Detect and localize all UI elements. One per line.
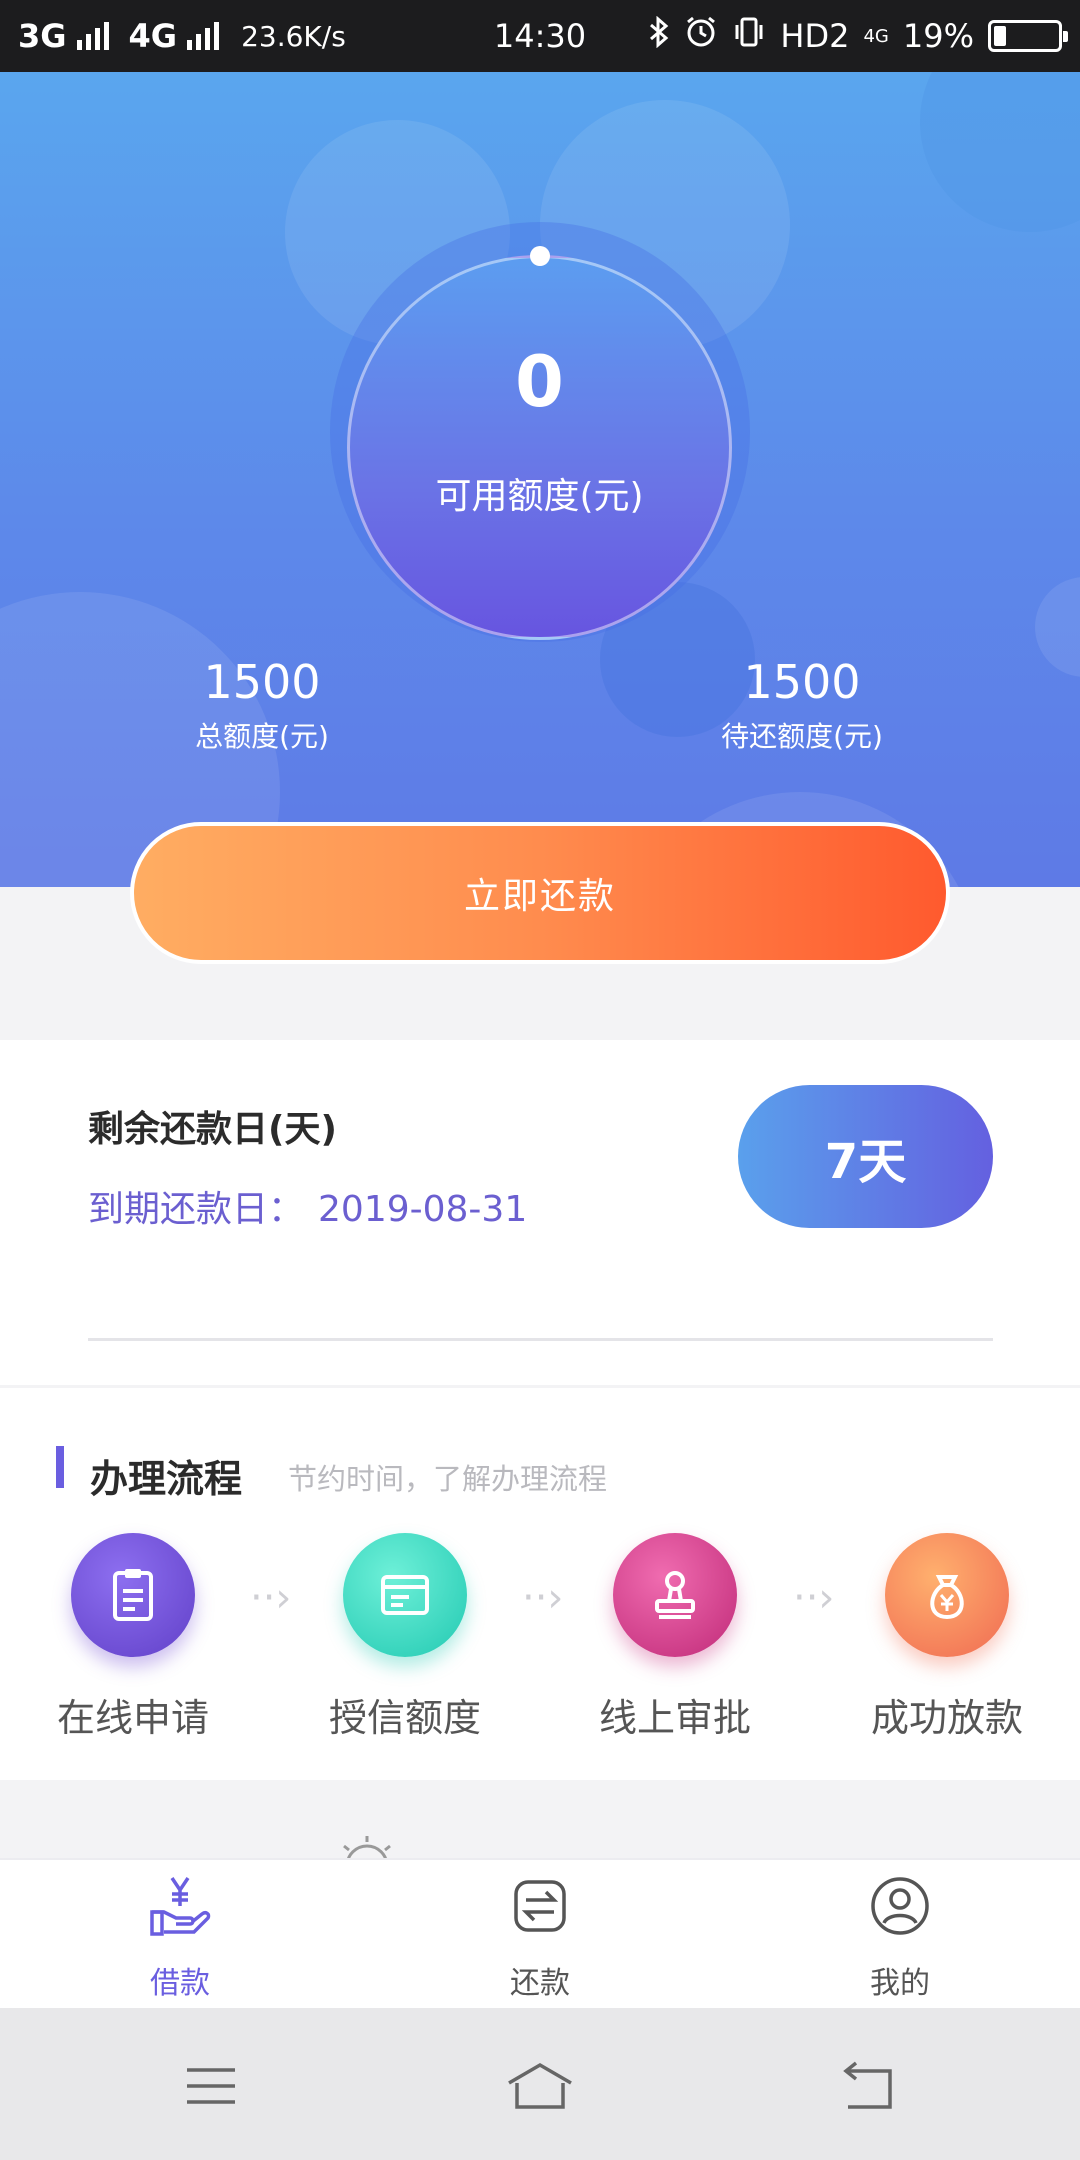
status-bar: 3G 4G 23.6K/s 14:30 HD2 4G 19% xyxy=(0,0,1080,72)
total-credit-label: 总额度(元) xyxy=(195,720,329,753)
step-label: 授信额度 xyxy=(328,1696,481,1740)
profile-icon xyxy=(866,1872,934,1940)
network-type-1: 3G xyxy=(18,17,67,55)
step-arrow-icon: ··› xyxy=(793,1575,835,1621)
pending-repay-value: 1500 xyxy=(743,655,861,709)
vibrate-icon xyxy=(732,15,766,57)
step-label: 线上审批 xyxy=(598,1696,751,1740)
tab-loan[interactable]: 借款 xyxy=(80,1872,280,2002)
battery-percent: 19% xyxy=(902,17,974,55)
due-date-label: 到期还款日： xyxy=(88,1189,305,1230)
signal-icon xyxy=(76,22,109,50)
tab-label: 还款 xyxy=(510,1966,570,2001)
pending-repay: 1500 待还额度(元) xyxy=(632,659,972,755)
days-left-badge: 7天 xyxy=(738,1085,993,1228)
lte-label: 4G xyxy=(863,25,889,47)
due-date-row: 到期还款日： 2019-08-31 xyxy=(88,1180,527,1232)
available-credit-value: 0 xyxy=(515,340,564,423)
status-left: 3G 4G 23.6K/s xyxy=(18,17,346,55)
step-credit-limit[interactable]: 授信额度 xyxy=(295,1533,515,1742)
tab-label: 借款 xyxy=(150,1966,210,2001)
card-icon xyxy=(343,1533,467,1657)
tab-repay[interactable]: 还款 xyxy=(440,1872,640,2002)
decor-bubble xyxy=(920,72,1080,232)
bottom-tab-bar: 借款 还款 我的 xyxy=(0,1858,1080,2008)
decor-bubble xyxy=(1035,577,1080,677)
step-arrow-icon: ··› xyxy=(522,1575,564,1621)
total-credit-value: 1500 xyxy=(203,655,321,709)
due-date-value: 2019-08-31 xyxy=(318,1189,528,1230)
due-card: 剩余还款日(天) 到期还款日： 2019-08-31 7天 xyxy=(0,1040,1080,1385)
hd-label: HD2 xyxy=(780,17,850,55)
network-type-2: 4G xyxy=(128,17,178,55)
loan-icon xyxy=(146,1872,214,1940)
process-section: 办理流程 节约时间，了解办理流程 在线申请 ··› 授信额度 ··› 线上审批 … xyxy=(0,1388,1080,1780)
step-loan-success[interactable]: 成功放款 xyxy=(837,1533,1057,1742)
pending-repay-label: 待还额度(元) xyxy=(721,720,883,753)
total-credit: 1500 总额度(元) xyxy=(92,659,432,755)
repay-now-button[interactable]: 立即还款 xyxy=(130,822,950,964)
step-label: 在线申请 xyxy=(56,1696,209,1740)
network-speed: 23.6K/s xyxy=(241,19,346,53)
step-online-apply[interactable]: 在线申请 xyxy=(23,1533,243,1742)
step-arrow-icon: ··› xyxy=(250,1575,292,1621)
remaining-days-title: 剩余还款日(天) xyxy=(88,1109,337,1150)
status-right: HD2 4G 19% xyxy=(648,15,1068,57)
divider xyxy=(88,1338,993,1341)
home-icon[interactable] xyxy=(505,2056,575,2116)
stamp-icon xyxy=(613,1533,737,1657)
battery-icon xyxy=(988,20,1068,52)
menu-icon[interactable] xyxy=(176,2056,246,2116)
alarm-icon xyxy=(684,15,718,57)
credit-hero: 0 可用额度(元) 1500 总额度(元) 1500 待还额度(元) xyxy=(0,72,1080,887)
clipboard-icon xyxy=(71,1533,195,1657)
step-label: 成功放款 xyxy=(870,1696,1023,1740)
repay-icon xyxy=(506,1872,574,1940)
app-screen: 3G 4G 23.6K/s 14:30 HD2 4G 19% 0 可用额度(元)… xyxy=(0,0,1080,2160)
section-accent-bar xyxy=(56,1446,64,1488)
process-subtitle: 节约时间，了解办理流程 xyxy=(288,1462,608,1496)
ring-indicator-dot xyxy=(530,246,550,266)
tab-profile[interactable]: 我的 xyxy=(800,1872,1000,2002)
process-title: 办理流程 xyxy=(90,1457,243,1501)
system-nav-bar xyxy=(0,2008,1080,2160)
money-bag-icon xyxy=(885,1533,1009,1657)
bluetooth-icon xyxy=(648,15,670,56)
step-online-approval[interactable]: 线上审批 xyxy=(565,1533,785,1742)
credit-ring: 0 可用额度(元) xyxy=(347,255,732,640)
back-icon[interactable] xyxy=(833,2056,903,2116)
tab-label: 我的 xyxy=(870,1966,930,2001)
available-credit-label: 可用额度(元) xyxy=(435,475,644,517)
signal-icon xyxy=(187,22,220,50)
